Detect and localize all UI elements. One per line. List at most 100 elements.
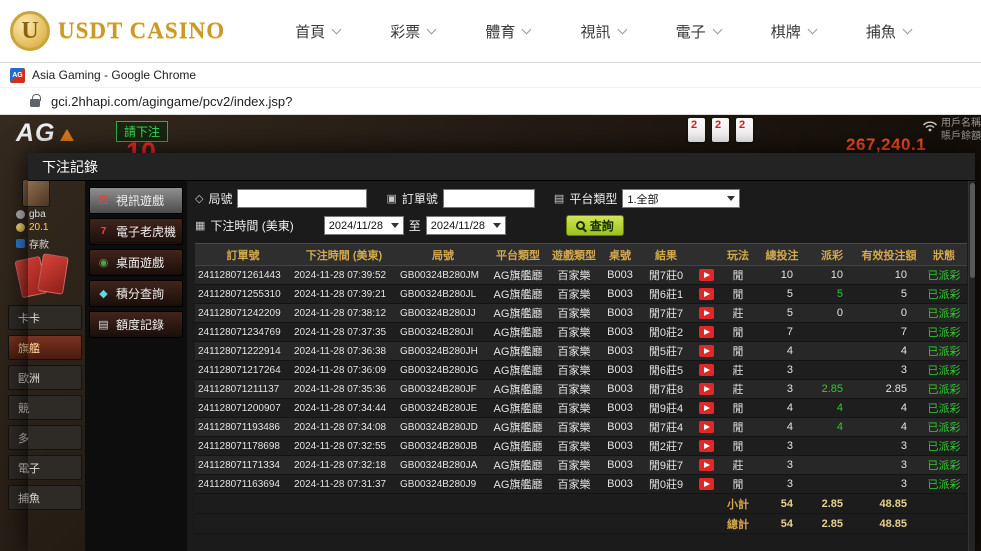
col-status: 狀態 xyxy=(921,244,967,266)
cell-time: 2024-11-28 07:37:35 xyxy=(291,323,397,342)
modal-title: 下注記錄 xyxy=(28,153,975,181)
sidebar-item-label: 電子老虎機 xyxy=(116,223,176,240)
site-logo[interactable]: U USDT CASINO xyxy=(10,11,235,51)
cell-platform: AG旗艦廳 xyxy=(489,380,547,399)
nav-item-3[interactable]: 體育 xyxy=(485,21,530,42)
platform-type-icon: ▤ xyxy=(554,192,564,205)
account-labels: 用戶名稱 賬戶餘額 xyxy=(941,117,981,143)
bet-records-table: 訂單號下注時間 (美東)局號平台類型遊戲類型桌號結果玩法總投注派彩有效投注額狀態… xyxy=(195,243,967,534)
cell-valid: 4 xyxy=(857,399,921,418)
nav-item-label: 首頁 xyxy=(295,21,325,42)
modal-content: ◇ 局號 ▣ 訂單號 ▤ 平台類型 1.全部 ▦ 下注時間 (美東) xyxy=(187,181,975,551)
col-bet: 總投注 xyxy=(757,244,807,266)
cell-status: 已派彩 xyxy=(921,285,967,304)
nav-item-5[interactable]: 電子 xyxy=(676,21,721,42)
table-row: 2411280712614432024-11-28 07:39:52GB0032… xyxy=(195,266,967,285)
cell-status: 已派彩 xyxy=(921,399,967,418)
cell-table_no: B003 xyxy=(601,285,639,304)
chrome-titlebar: AG Asia Gaming - Google Chrome xyxy=(0,62,981,87)
cell-play xyxy=(693,418,719,437)
url-text[interactable]: gci.2hhapi.com/agingame/pcv2/index.jsp? xyxy=(51,94,292,109)
cell-order: 241128071234769 xyxy=(195,323,291,342)
date-from-picker[interactable]: 2024/11/28 xyxy=(324,216,404,235)
replay-button[interactable] xyxy=(699,402,714,414)
subtotal-valid: 48.85 xyxy=(857,494,921,514)
cell-time: 2024-11-28 07:31:37 xyxy=(291,475,397,494)
filter-row-2: ▦ 下注時間 (美東) 2024/11/28 至 2024/11/28 查詢 xyxy=(195,215,967,236)
replay-button[interactable] xyxy=(699,307,714,319)
platform-select-value: 1.全部 xyxy=(627,191,658,207)
cell-payout: 2.85 xyxy=(807,380,857,399)
sidebar-item-label: 積分查詢 xyxy=(116,285,164,302)
order-input[interactable] xyxy=(443,189,535,208)
round-input[interactable] xyxy=(237,189,367,208)
cell-payout xyxy=(807,342,857,361)
cell-table_no: B003 xyxy=(601,475,639,494)
to-label: 至 xyxy=(409,217,421,234)
date-to-picker[interactable]: 2024/11/28 xyxy=(426,216,506,235)
replay-button[interactable] xyxy=(699,421,714,433)
cell-wager: 閒 xyxy=(719,285,757,304)
cell-table_no: B003 xyxy=(601,323,639,342)
scrollbar-thumb[interactable] xyxy=(970,183,975,278)
replay-button[interactable] xyxy=(699,326,714,338)
replay-button[interactable] xyxy=(699,440,714,452)
cell-play xyxy=(693,456,719,475)
sidebar-item-3[interactable]: ◉桌面遊戲 xyxy=(89,249,183,276)
sidebar-item-label: 桌面遊戲 xyxy=(116,254,164,271)
sidebar-item-2[interactable]: 7電子老虎機 xyxy=(89,218,183,245)
table-row: 2411280712347692024-11-28 07:37:35GB0032… xyxy=(195,323,967,342)
address-bar[interactable]: gci.2hhapi.com/agingame/pcv2/index.jsp? xyxy=(0,87,981,115)
playing-card: 2 xyxy=(712,118,729,142)
col-game: 遊戲類型 xyxy=(547,244,601,266)
cell-payout xyxy=(807,361,857,380)
replay-button[interactable] xyxy=(699,345,714,357)
cell-game: 百家樂 xyxy=(547,323,601,342)
replay-button[interactable] xyxy=(699,383,714,395)
nav-item-2[interactable]: 彩票 xyxy=(390,21,435,42)
table-row: 2411280712553102024-11-28 07:39:21GB0032… xyxy=(195,285,967,304)
cell-valid: 4 xyxy=(857,342,921,361)
replay-button[interactable] xyxy=(699,478,714,490)
nav-item-7[interactable]: 捕魚 xyxy=(866,21,911,42)
cell-time: 2024-11-28 07:36:09 xyxy=(291,361,397,380)
cell-payout: 4 xyxy=(807,418,857,437)
nav-item-1[interactable]: 首頁 xyxy=(295,21,340,42)
wifi-icon xyxy=(922,119,938,132)
replay-button[interactable] xyxy=(699,269,714,281)
subtotal-row: 小計542.8548.85 xyxy=(195,494,967,514)
cell-round: GB00324B280JG xyxy=(397,361,489,380)
cell-result: 閒7莊4 xyxy=(639,418,693,437)
cell-round: GB00324B280JF xyxy=(397,380,489,399)
replay-button[interactable] xyxy=(699,459,714,471)
cell-platform: AG旗艦廳 xyxy=(489,475,547,494)
cell-bet: 4 xyxy=(757,418,807,437)
dealt-cards: 222 xyxy=(688,118,753,142)
sidebar-item-4[interactable]: ◆積分查詢 xyxy=(89,280,183,307)
search-button[interactable]: 查詢 xyxy=(566,215,624,236)
cell-play xyxy=(693,266,719,285)
col-play xyxy=(693,244,719,266)
table-header: 訂單號下注時間 (美東)局號平台類型遊戲類型桌號結果玩法總投注派彩有效投注額狀態 xyxy=(195,244,967,266)
cell-time: 2024-11-28 07:32:18 xyxy=(291,456,397,475)
chevron-down-icon xyxy=(427,24,437,34)
account-balance-label: 賬戶餘額 xyxy=(941,130,981,143)
col-round: 局號 xyxy=(397,244,489,266)
nav-item-4[interactable]: 視訊 xyxy=(580,21,625,42)
sidebar-item-5[interactable]: ▤額度記錄 xyxy=(89,311,183,338)
replay-button[interactable] xyxy=(699,288,714,300)
sidebar-item-1[interactable]: ⚄視訊遊戲 xyxy=(89,187,183,214)
cell-status: 已派彩 xyxy=(921,323,967,342)
replay-button[interactable] xyxy=(699,364,714,376)
cell-result: 閒7莊0 xyxy=(639,266,693,285)
round-label: 局號 xyxy=(208,190,232,207)
cell-status: 已派彩 xyxy=(921,418,967,437)
nav-item-6[interactable]: 棋牌 xyxy=(771,21,816,42)
ag-logo: AG xyxy=(16,119,74,148)
nav-item-label: 捕魚 xyxy=(866,21,896,42)
col-order: 訂單號 xyxy=(195,244,291,266)
platform-select[interactable]: 1.全部 xyxy=(622,189,740,208)
cell-table_no: B003 xyxy=(601,456,639,475)
scrollbar[interactable] xyxy=(968,181,975,551)
cell-order: 241128071255310 xyxy=(195,285,291,304)
